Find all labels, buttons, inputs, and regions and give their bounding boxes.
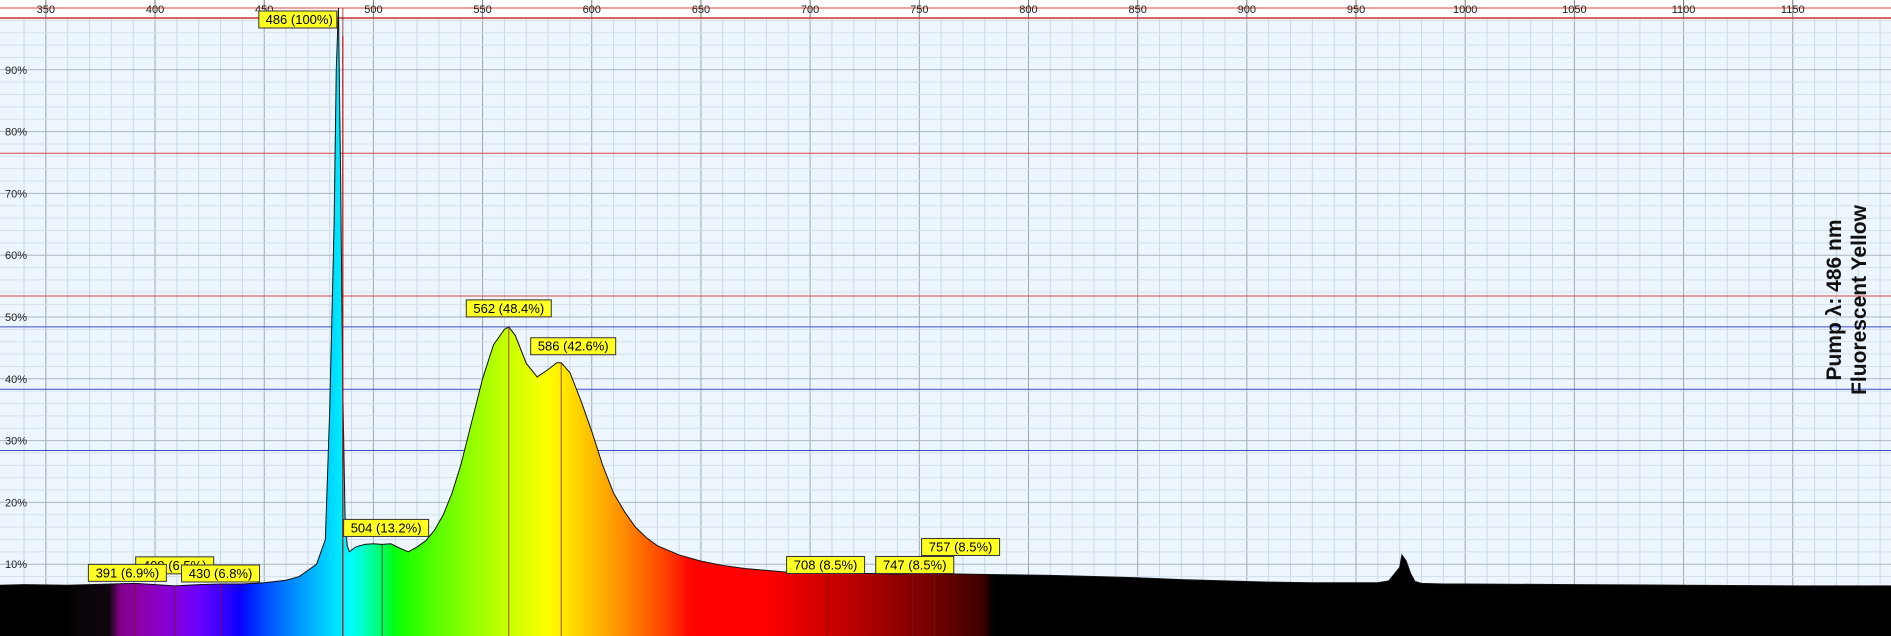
y-tick-label: 60%	[5, 250, 27, 262]
x-tick-label: 950	[1347, 4, 1365, 16]
peak-label-text: 486 (100%)	[266, 12, 333, 27]
peak-label: 747 (8.5%)	[875, 555, 955, 574]
peak-label-text: 504 (13.2%)	[351, 520, 422, 535]
x-tick-label: 650	[692, 4, 710, 16]
peak-label: 708 (8.5%)	[786, 555, 866, 574]
x-tick-label: 550	[473, 4, 491, 16]
spectrum-chart-container: 350 400 450 500 550 600 650 700 750 800 850 900 950 1…	[0, 0, 1891, 636]
y-tick-label: 20%	[5, 497, 27, 509]
peak-label: 486 (100%)	[258, 10, 338, 29]
y-tick-label: 10%	[5, 559, 27, 571]
x-tick-label: 1100	[1672, 4, 1696, 16]
peak-label-text: 430 (6.8%)	[189, 566, 253, 581]
x-tick-label: 350	[37, 4, 55, 16]
y-tick-label: 40%	[5, 374, 27, 386]
peak-label: 562 (48.4%)	[465, 299, 552, 318]
peak-label: 430 (6.8%)	[181, 564, 261, 583]
peak-label: 504 (13.2%)	[343, 518, 430, 537]
x-tick-label: 1150	[1781, 4, 1805, 16]
peak-label: 757 (8.5%)	[921, 537, 1001, 556]
peak-label-text: 586 (42.6%)	[538, 339, 609, 354]
y-tick-label: 90%	[5, 65, 27, 77]
x-tick-label: 600	[583, 4, 601, 16]
x-tick-label: 750	[910, 4, 928, 16]
y-tick-label: 80%	[5, 127, 27, 139]
y-tick-label: 70%	[5, 188, 27, 200]
spectrum-chart: 350 400 450 500 550 600 650 700 750 800 850 900 950 1…	[0, 0, 1891, 636]
x-tick-label: 1000	[1453, 4, 1477, 16]
x-tick-label: 500	[364, 4, 382, 16]
x-tick-label: 900	[1238, 4, 1256, 16]
peak-label-text: 562 (48.4%)	[473, 301, 544, 316]
x-tick-label: 850	[1128, 4, 1146, 16]
peak-label-text: 757 (8.5%)	[929, 539, 993, 554]
peak-label: 391 (6.9%)	[87, 563, 167, 582]
y-tick-label: 30%	[5, 436, 27, 448]
x-tick-label: 1050	[1562, 4, 1586, 16]
y-tick-label: 50%	[5, 312, 27, 324]
peak-label: 586 (42.6%)	[530, 337, 617, 356]
peak-label-text: 708 (8.5%)	[794, 557, 858, 572]
peak-label-text: 391 (6.9%)	[96, 565, 160, 580]
x-tick-label: 800	[1019, 4, 1037, 16]
x-tick-label: 400	[146, 4, 164, 16]
side-label: Fluorescent Yellow	[1848, 204, 1871, 395]
peak-label-text: 747 (8.5%)	[883, 557, 947, 572]
side-label: Pump λ: 486 nm	[1823, 219, 1846, 380]
x-tick-label: 700	[801, 4, 819, 16]
